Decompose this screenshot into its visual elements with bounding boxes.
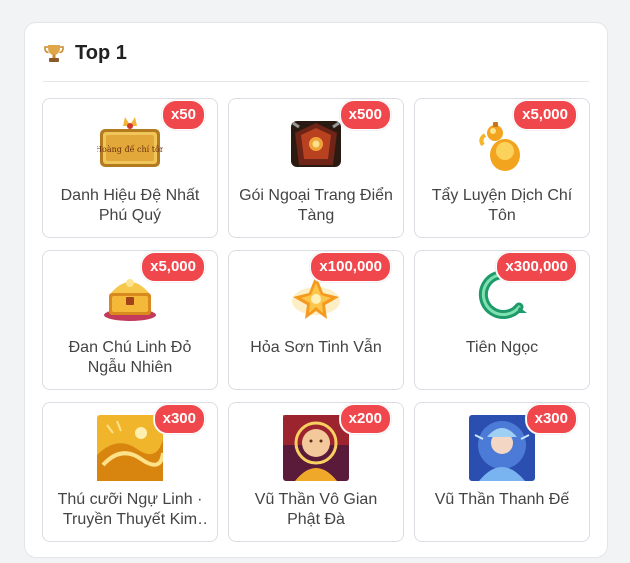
reward-card[interactable]: x500 Gói Ngoại Trang Điển Tàng	[228, 98, 404, 238]
quantity-badge: x300,000	[496, 252, 577, 282]
quantity-badge: x5,000	[141, 252, 205, 282]
reward-name: Đan Chú Linh Đỏ Ngẫu Nhiên	[68, 339, 192, 376]
reward-card[interactable]: x5,000 Đan Chú Linh Đỏ Ngẫu Nhiên	[42, 250, 218, 390]
quantity-badge: x100,000	[310, 252, 391, 282]
reward-grid: Hoàng đế chí tôn x50 Danh Hiệu Đệ Nhất P…	[42, 98, 590, 542]
trophy-icon	[44, 45, 64, 62]
reward-card[interactable]: Hoàng đế chí tôn x50 Danh Hiệu Đệ Nhất P…	[42, 98, 218, 238]
quantity-badge: x5,000	[513, 100, 577, 130]
title-plaque-icon: Hoàng đế chí tôn	[97, 111, 163, 177]
reward-panel: Top 1 Hoàng đế chí tôn x50 Danh Hiệu Đệ …	[24, 22, 608, 558]
reward-name: Vũ Thần Vô Gian Phật Đà	[254, 491, 378, 528]
reward-name: Tẩy Luyện Dịch Chí Tôn	[431, 187, 573, 224]
reward-name: Gói Ngoại Trang Điển Tàng	[239, 187, 393, 224]
panel-header: Top 1	[43, 41, 589, 82]
reward-card[interactable]: x300 Thú cưỡi Ngự Linh · Truyền Thuyết K…	[42, 402, 218, 542]
reward-card[interactable]: x100,000 Hỏa Sơn Tinh Vẫn	[228, 250, 404, 390]
quantity-badge: x500	[339, 100, 391, 130]
reward-card[interactable]: x300,000 Tiên Ngọc	[414, 250, 590, 390]
quantity-badge: x300	[525, 404, 577, 434]
reward-card[interactable]: x5,000 Tẩy Luyện Dịch Chí Tôn	[414, 98, 590, 238]
reward-card[interactable]: x200 Vũ Thần Vô Gian Phật Đà	[228, 402, 404, 542]
quantity-badge: x50	[161, 100, 205, 130]
buddha-portrait-icon	[283, 415, 349, 481]
section-title: Top 1	[75, 42, 127, 64]
treasure-chest-icon	[283, 111, 349, 177]
blue-deity-portrait-icon	[469, 415, 535, 481]
reward-name: Thú cưỡi Ngự Linh · Truyền Thuyết Kim Lo…	[57, 491, 203, 528]
reward-card[interactable]: x300 Vũ Thần Thanh Đế	[414, 402, 590, 542]
quantity-badge: x200	[339, 404, 391, 434]
reward-name: Danh Hiệu Đệ Nhất Phú Quý	[60, 187, 200, 224]
quantity-badge: x300	[153, 404, 205, 434]
reward-name: Vũ Thần Thanh Đế	[434, 491, 570, 508]
reward-name: Tiên Ngọc	[465, 339, 539, 356]
svg-text:Hoàng đế chí tôn: Hoàng đế chí tôn	[97, 145, 163, 154]
golden-mount-icon	[97, 415, 163, 481]
reward-name: Hỏa Sơn Tinh Vẫn	[250, 339, 382, 356]
